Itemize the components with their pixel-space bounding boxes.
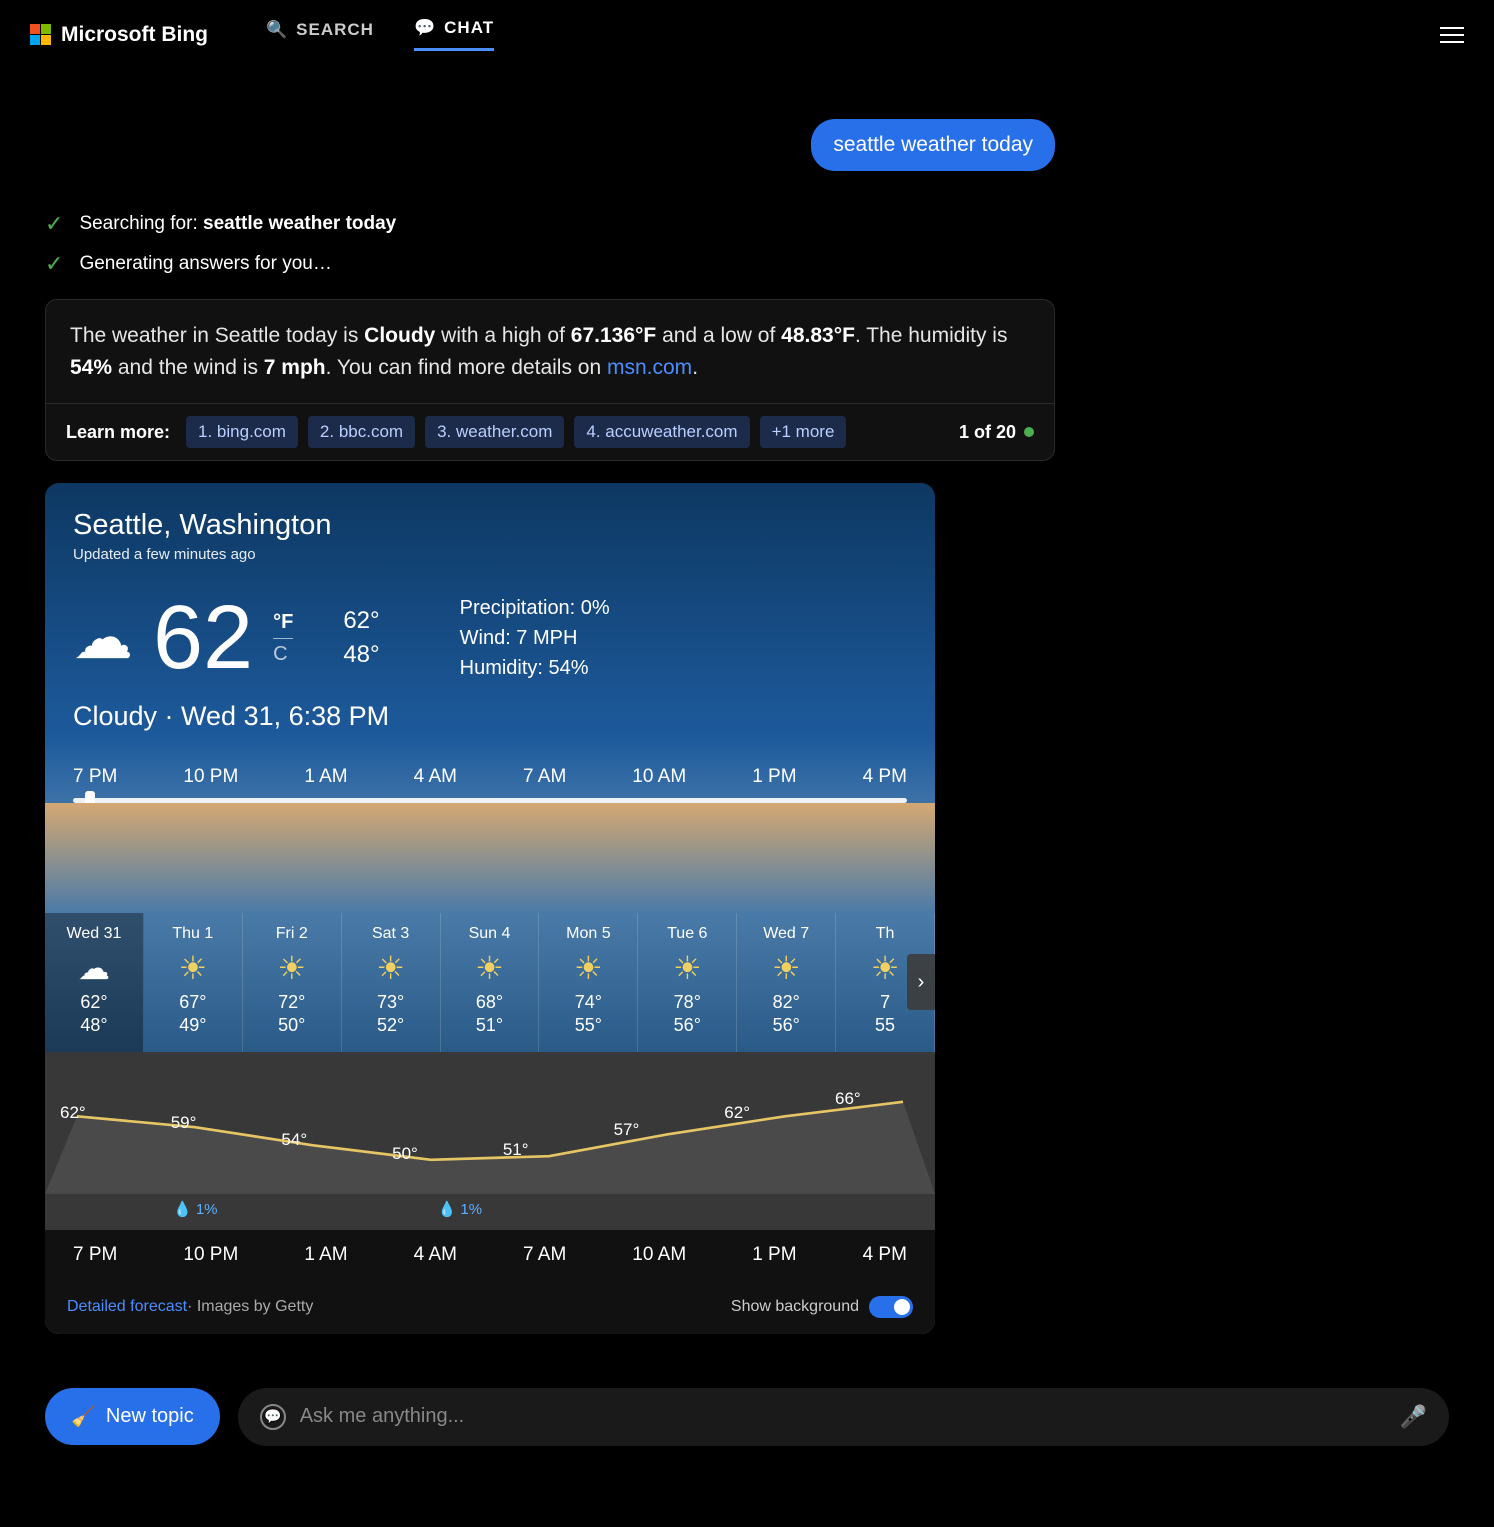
location-title: Seattle, Washington xyxy=(73,509,907,542)
weather-card: Seattle, Washington Updated a few minute… xyxy=(45,483,935,1334)
hi-lo: 62° 48° xyxy=(343,604,379,671)
status-dot xyxy=(1024,427,1034,437)
image-credit: · Images by Getty xyxy=(187,1298,313,1316)
check-icon: ✓ xyxy=(45,251,63,277)
day-cell[interactable]: Wed 7☀82°56° xyxy=(737,913,836,1052)
tab-chat-label: CHAT xyxy=(444,18,494,38)
weather-stats: Precipitation: 0% Wind: 7 MPH Humidity: … xyxy=(460,593,610,683)
brand-logo[interactable]: Microsoft Bing xyxy=(30,23,208,47)
precip-row: 💧 1% 💧 1% xyxy=(145,1194,935,1230)
hour-labels-top: 7 PM10 PM1 AM4 AM7 AM10 AM1 PM4 PM xyxy=(45,742,935,798)
source-chip[interactable]: 3. weather.com xyxy=(425,416,564,448)
updated-time: Updated a few minutes ago xyxy=(73,546,907,563)
learn-more-label: Learn more: xyxy=(66,422,170,443)
day-cell[interactable]: Mon 5☀74°55° xyxy=(539,913,638,1052)
status-searching: ✓ Searching for: seattle weather today xyxy=(45,211,1055,237)
ask-input-wrapper[interactable]: 💬 🎤 xyxy=(238,1388,1449,1446)
chat-icon: 💬 xyxy=(414,18,436,38)
status-generating: ✓ Generating answers for you… xyxy=(45,251,1055,277)
new-topic-button[interactable]: 🧹 New topic xyxy=(45,1388,220,1445)
source-chip[interactable]: 4. accuweather.com xyxy=(574,416,749,448)
tab-chat[interactable]: 💬 CHAT xyxy=(414,18,494,51)
tab-search-label: SEARCH xyxy=(296,20,374,40)
skyline-image xyxy=(45,803,935,913)
day-cell[interactable]: Thu 1☀67°49° xyxy=(144,913,243,1052)
next-arrow-icon[interactable]: › xyxy=(907,954,935,1010)
day-cell[interactable]: Fri 2☀72°50° xyxy=(243,913,342,1052)
cloud-icon: ☁ xyxy=(73,603,133,673)
background-toggle[interactable] xyxy=(869,1296,913,1318)
answer-card: The weather in Seattle today is Cloudy w… xyxy=(45,299,1055,461)
day-cell[interactable]: Tue 6☀78°56° xyxy=(638,913,737,1052)
daily-forecast: Wed 31☁62°48°Thu 1☀67°49°Fri 2☀72°50°Sat… xyxy=(45,913,935,1052)
condition-line: Cloudy · Wed 31, 6:38 PM xyxy=(73,701,907,732)
day-cell[interactable]: Sat 3☀73°52° xyxy=(342,913,441,1052)
hour-labels-bottom: 7 PM10 PM1 AM4 AM7 AM10 AM1 PM4 PM xyxy=(45,1230,935,1280)
brand-text: Microsoft Bing xyxy=(61,23,208,47)
check-icon: ✓ xyxy=(45,211,63,237)
search-icon: 🔍 xyxy=(266,20,288,40)
day-cell[interactable]: Sun 4☀68°51° xyxy=(441,913,540,1052)
menu-icon[interactable] xyxy=(1440,22,1464,48)
source-chip[interactable]: 1. bing.com xyxy=(186,416,298,448)
answer-text: The weather in Seattle today is Cloudy w… xyxy=(46,300,1054,403)
unit-toggle[interactable]: °F C xyxy=(273,611,293,666)
broom-icon: 🧹 xyxy=(71,1404,96,1429)
temp-chart: 62°59°54°50°51°57°62°66° 💧 1% 💧 1% xyxy=(45,1052,935,1230)
pager: 1 of 20 xyxy=(959,422,1034,443)
detailed-forecast-link[interactable]: Detailed forecast xyxy=(67,1298,187,1316)
source-chip[interactable]: +1 more xyxy=(760,416,847,448)
msn-link[interactable]: msn.com xyxy=(607,356,692,379)
tab-search[interactable]: 🔍 SEARCH xyxy=(266,18,374,51)
day-cell[interactable]: Wed 31☁62°48° xyxy=(45,913,144,1052)
user-message: seattle weather today xyxy=(811,119,1055,171)
microphone-icon[interactable]: 🎤 xyxy=(1400,1404,1427,1430)
microsoft-icon xyxy=(30,24,51,45)
current-temp: 62 xyxy=(153,593,253,683)
ask-input[interactable] xyxy=(300,1405,1400,1428)
show-bg-label: Show background xyxy=(731,1298,859,1316)
chat-bubble-icon: 💬 xyxy=(260,1404,286,1430)
source-chip[interactable]: 2. bbc.com xyxy=(308,416,415,448)
